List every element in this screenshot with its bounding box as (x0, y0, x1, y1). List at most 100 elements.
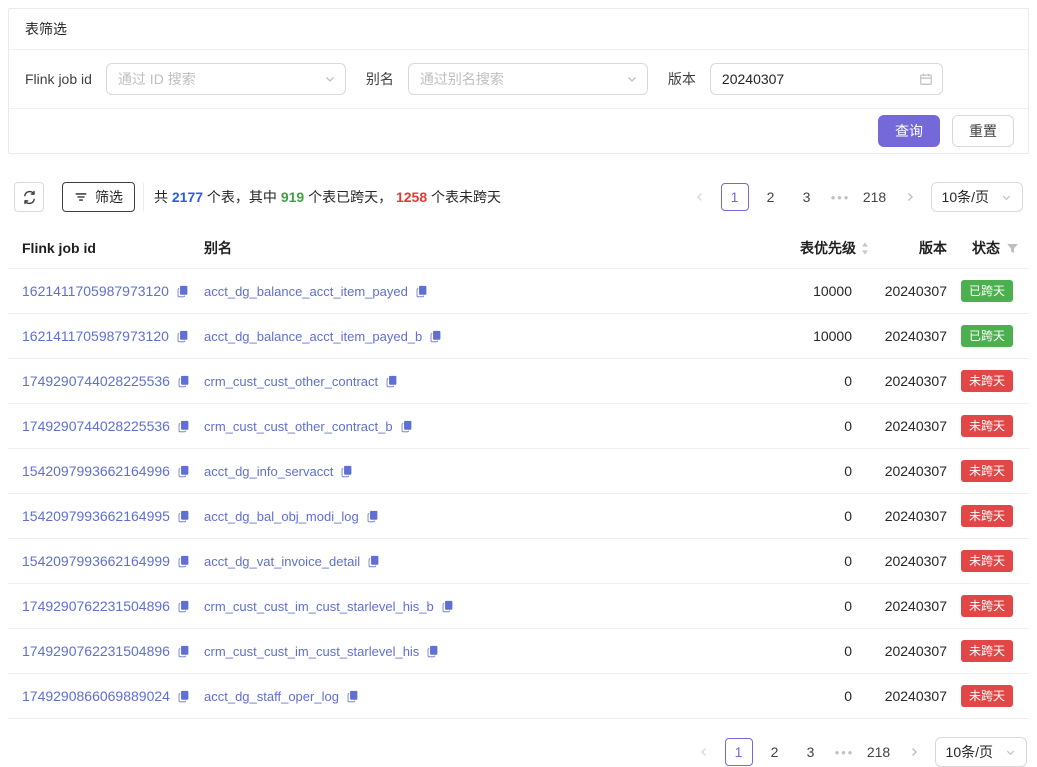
status-badge: 未跨天 (961, 505, 1013, 527)
prev-page-button[interactable] (687, 183, 713, 211)
page-ellipsis[interactable]: ••• (829, 190, 853, 205)
alias-link[interactable]: crm_cust_cust_im_cust_starlevel_his_b (204, 599, 434, 614)
alias-link[interactable]: acct_dg_info_servacct (204, 464, 333, 479)
copy-icon[interactable] (346, 690, 359, 703)
copy-icon[interactable] (177, 645, 190, 658)
sort-icon[interactable] (860, 241, 870, 256)
copy-icon[interactable] (177, 465, 190, 478)
alias-link[interactable]: acct_dg_balance_acct_item_payed (204, 284, 408, 299)
alias-select[interactable] (408, 63, 648, 95)
flink-job-id-link[interactable]: 1542097993662164995 (22, 508, 170, 524)
pagination-bottom: 1 2 3 ••• 218 10条/页 (691, 737, 1027, 767)
copy-icon[interactable] (176, 330, 189, 343)
next-page-button[interactable] (897, 183, 923, 211)
page-2-button[interactable]: 2 (757, 183, 785, 211)
page-1-button[interactable]: 1 (725, 738, 753, 766)
copy-icon[interactable] (400, 420, 413, 433)
copy-icon[interactable] (176, 285, 189, 298)
copy-icon[interactable] (177, 600, 190, 613)
filter-toggle-button[interactable]: 筛选 (62, 182, 135, 212)
version-cell: 20240307 (876, 688, 955, 704)
copy-icon[interactable] (177, 375, 190, 388)
column-header-priority-label: 表优先级 (800, 238, 856, 258)
priority-cell: 0 (726, 418, 876, 434)
version-cell: 20240307 (876, 553, 955, 569)
page-2-button[interactable]: 2 (761, 738, 789, 766)
copy-icon[interactable] (441, 600, 454, 613)
copy-icon[interactable] (366, 510, 379, 523)
alias-link[interactable]: acct_dg_balance_acct_item_payed_b (204, 329, 422, 344)
copy-icon[interactable] (385, 375, 398, 388)
flink-job-id-link[interactable]: 1621411705987973120 (22, 328, 169, 344)
flink-job-id-link[interactable]: 1749290744028225536 (22, 418, 170, 434)
chevron-down-icon (324, 73, 336, 85)
filter-card: 表筛选 Flink job id 别名 版本 (8, 8, 1029, 154)
page-3-button[interactable]: 3 (797, 738, 825, 766)
page-size-select[interactable]: 10条/页 (931, 182, 1023, 212)
version-date-picker[interactable] (710, 63, 943, 95)
flink-job-id-link[interactable]: 1749290744028225536 (22, 373, 170, 389)
alias-link[interactable]: acct_dg_vat_invoice_detail (204, 554, 360, 569)
page-last-button[interactable]: 218 (865, 738, 893, 766)
copy-icon[interactable] (367, 555, 380, 568)
flink-job-id-label: Flink job id (25, 71, 92, 87)
alias-link[interactable]: crm_cust_cust_other_contract (204, 374, 378, 389)
toolbar: 筛选 共 2177 个表，其中 919 个表已跨天， 1258 个表未跨天 1 … (8, 182, 1029, 212)
flink-job-id-link[interactable]: 1542097993662164999 (22, 553, 170, 569)
flink-job-id-input[interactable] (107, 64, 345, 94)
filter-funnel-icon[interactable] (1006, 242, 1019, 255)
query-button[interactable]: 查询 (878, 115, 940, 147)
flink-job-id-select[interactable] (106, 63, 346, 95)
flink-job-id-link[interactable]: 1749290762231504896 (22, 643, 170, 659)
column-header-alias: 别名 (204, 228, 726, 268)
copy-icon[interactable] (415, 285, 428, 298)
priority-cell: 0 (726, 553, 876, 569)
status-badge: 未跨天 (961, 685, 1013, 707)
alias-link[interactable]: crm_cust_cust_im_cust_starlevel_his (204, 644, 419, 659)
chevron-left-icon (698, 746, 710, 758)
page-1-button[interactable]: 1 (721, 183, 749, 211)
page-last-button[interactable]: 218 (861, 183, 889, 211)
flink-job-id-link[interactable]: 1749290762231504896 (22, 598, 170, 614)
copy-icon[interactable] (177, 510, 190, 523)
next-page-button[interactable] (901, 738, 927, 766)
status-badge: 未跨天 (961, 370, 1013, 392)
status-badge: 未跨天 (961, 640, 1013, 662)
filter-toggle-label: 筛选 (95, 187, 123, 207)
summary-t2: 个表，其中 (203, 189, 281, 205)
version-cell: 20240307 (876, 508, 955, 524)
copy-icon[interactable] (177, 555, 190, 568)
page-ellipsis[interactable]: ••• (833, 745, 857, 760)
version-date-input[interactable] (711, 64, 942, 94)
alias-input[interactable] (409, 64, 647, 94)
status-badge: 未跨天 (961, 595, 1013, 617)
filter-card-title: 表筛选 (9, 9, 1028, 50)
flink-job-id-link[interactable]: 1621411705987973120 (22, 283, 169, 299)
alias-link[interactable]: crm_cust_cust_other_contract_b (204, 419, 393, 434)
copy-icon[interactable] (429, 330, 442, 343)
alias-link[interactable]: acct_dg_staff_oper_log (204, 689, 339, 704)
copy-icon[interactable] (177, 420, 190, 433)
flink-job-id-link[interactable]: 1542097993662164996 (22, 463, 170, 479)
copy-icon[interactable] (340, 465, 353, 478)
chevron-left-icon (694, 191, 706, 203)
page-size-select[interactable]: 10条/页 (935, 737, 1027, 767)
reset-button[interactable]: 重置 (952, 115, 1014, 147)
table-row: 1749290762231504896 crm_cust_cust_im_cus… (8, 629, 1029, 674)
table-row: 1749290744028225536 crm_cust_cust_other_… (8, 404, 1029, 449)
column-header-status: 状态 (955, 228, 1029, 268)
status-badge: 未跨天 (961, 415, 1013, 437)
prev-page-button[interactable] (691, 738, 717, 766)
page-3-button[interactable]: 3 (793, 183, 821, 211)
uncrossed-count: 1258 (396, 189, 427, 205)
table-header: Flink job id 别名 表优先级 版本 状态 (8, 228, 1029, 269)
alias-link[interactable]: acct_dg_bal_obj_modi_log (204, 509, 359, 524)
chevron-right-icon (904, 191, 916, 203)
refresh-button[interactable] (14, 182, 44, 212)
copy-icon[interactable] (426, 645, 439, 658)
copy-icon[interactable] (177, 690, 190, 703)
flink-job-id-link[interactable]: 1749290866069889024 (22, 688, 170, 704)
column-header-priority[interactable]: 表优先级 (726, 228, 876, 268)
table-row: 1749290866069889024 acct_dg_staff_oper_l… (8, 674, 1029, 719)
version-cell: 20240307 (876, 598, 955, 614)
